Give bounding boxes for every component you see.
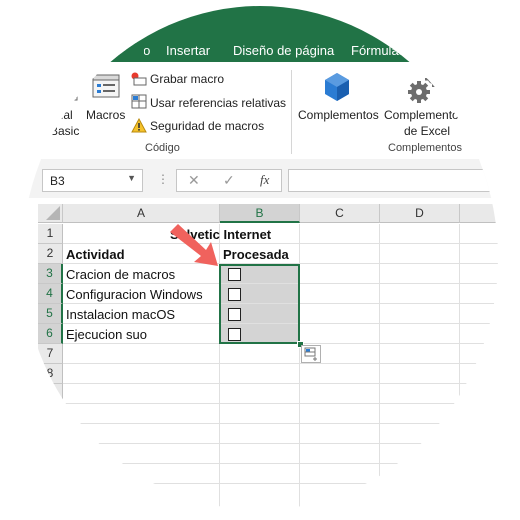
- tab-clip: [100, 43, 144, 62]
- enter-icon[interactable]: ✓: [223, 172, 235, 189]
- group-separator-2: [492, 70, 493, 154]
- column-header-d[interactable]: D: [380, 204, 460, 223]
- complementos-label: Complementos: [298, 108, 379, 122]
- visual-basic-label-2: Basic: [50, 124, 80, 138]
- addins-icon: [325, 73, 349, 101]
- column-header-e[interactable]: E: [460, 204, 498, 223]
- complementos-excel-button[interactable]: Complementos de Excel: [382, 70, 472, 138]
- row-header[interactable]: 1: [38, 224, 63, 244]
- gridline: [63, 443, 498, 444]
- select-all-corner[interactable]: [38, 204, 63, 223]
- row-header[interactable]: 9: [38, 384, 63, 404]
- group-separator: [291, 70, 292, 154]
- cancel-icon[interactable]: ✕: [188, 172, 200, 189]
- complementos-excel-label-2: de Excel: [404, 124, 451, 138]
- excel-window: Inicio Insertar Diseño de página Fórmula…: [0, 0, 520, 520]
- ribbon-tab-bar: Inicio Insertar Diseño de página Fórmula…: [22, 6, 498, 62]
- visual-basic-icon: [56, 74, 78, 101]
- relative-references-icon: [131, 94, 147, 109]
- row-header[interactable]: 10: [38, 404, 63, 424]
- name-box[interactable]: B3 ▼: [42, 169, 143, 192]
- grabar-macro-label: Grabar macro: [150, 72, 225, 86]
- row-header[interactable]: 2: [38, 244, 63, 264]
- activity-cell[interactable]: Ejecucion suo: [66, 327, 147, 342]
- ribbon-bottom-band: [22, 159, 498, 166]
- tab-insertar[interactable]: Insertar: [166, 43, 210, 58]
- complementos-excel-label-1: Complementos: [384, 108, 465, 122]
- gridline: [459, 224, 460, 510]
- column-header-b[interactable]: B: [220, 204, 300, 223]
- macros-label: Macros: [86, 108, 126, 122]
- quick-analysis-button[interactable]: [301, 345, 321, 363]
- insert-function-icon[interactable]: fx: [260, 172, 269, 188]
- grip-dots-icon: ⋮: [157, 172, 169, 186]
- gridline: [63, 483, 498, 484]
- row-header[interactable]: 6: [38, 324, 63, 344]
- seguridad-macros-label: Seguridad de macros: [150, 119, 265, 133]
- complementos-button[interactable]: Complementos: [296, 70, 380, 128]
- gridline: [63, 403, 498, 404]
- gridline: [63, 463, 498, 464]
- complementos-group-label: Complementos: [388, 142, 462, 154]
- macros-button[interactable]: Macros: [84, 70, 128, 126]
- gridline: [63, 243, 498, 244]
- formula-input[interactable]: [288, 169, 498, 192]
- seguridad-macros-button[interactable]: Seguridad de macros: [130, 116, 280, 134]
- row-header[interactable]: 8: [38, 364, 63, 384]
- gridline: [379, 224, 380, 510]
- gridline: [63, 423, 498, 424]
- visual-basic-label-1: isual: [48, 108, 73, 122]
- header-actividad-cell[interactable]: Actividad: [66, 247, 125, 262]
- activity-cell[interactable]: Cracion de macros: [66, 267, 175, 282]
- activity-cell[interactable]: Instalacion macOS: [66, 307, 175, 322]
- row-header[interactable]: 4: [38, 284, 63, 304]
- gridline: [63, 363, 498, 364]
- row-header[interactable]: 14: [38, 484, 63, 504]
- selection-range: [219, 264, 300, 344]
- usar-referencias-label: Usar referencias relativas: [150, 96, 287, 110]
- row-header[interactable]: 7: [38, 344, 63, 364]
- annotation-arrow-icon: [170, 224, 218, 266]
- codigo-group-label: Código: [145, 142, 180, 154]
- select-all-icon: [46, 206, 60, 220]
- name-box-value: B3: [50, 174, 65, 188]
- row-header[interactable]: 12: [38, 444, 63, 464]
- header-procesada-cell[interactable]: Procesada: [223, 247, 289, 262]
- row-header[interactable]: 5: [38, 304, 63, 324]
- gridline: [63, 383, 498, 384]
- warning-icon: [131, 118, 147, 133]
- tab-diseno-pagina[interactable]: Diseño de página: [233, 43, 334, 58]
- circular-crop: Inicio Insertar Diseño de página Fórmula…: [22, 6, 498, 510]
- tab-formulas[interactable]: Fórmulas: [351, 43, 405, 58]
- column-header-c[interactable]: C: [300, 204, 380, 223]
- formula-buttons: ✕ ✓ fx: [176, 169, 282, 192]
- column-header-a[interactable]: A: [63, 204, 220, 223]
- grabar-macro-button[interactable]: Grabar macro: [130, 70, 280, 88]
- gears-icon: [408, 71, 441, 103]
- usar-referencias-button[interactable]: Usar referencias relativas: [130, 93, 290, 111]
- visual-basic-button[interactable]: isual Basic: [38, 70, 82, 140]
- macros-icon: [92, 74, 120, 98]
- row-header[interactable]: 13: [38, 464, 63, 484]
- row-header[interactable]: 3: [38, 264, 63, 284]
- row-header[interactable]: 11: [38, 424, 63, 444]
- activity-cell[interactable]: Configuracion Windows: [66, 287, 203, 302]
- record-icon: [131, 72, 147, 86]
- chevron-down-icon[interactable]: ▼: [127, 173, 136, 183]
- quick-analysis-icon: [304, 347, 317, 361]
